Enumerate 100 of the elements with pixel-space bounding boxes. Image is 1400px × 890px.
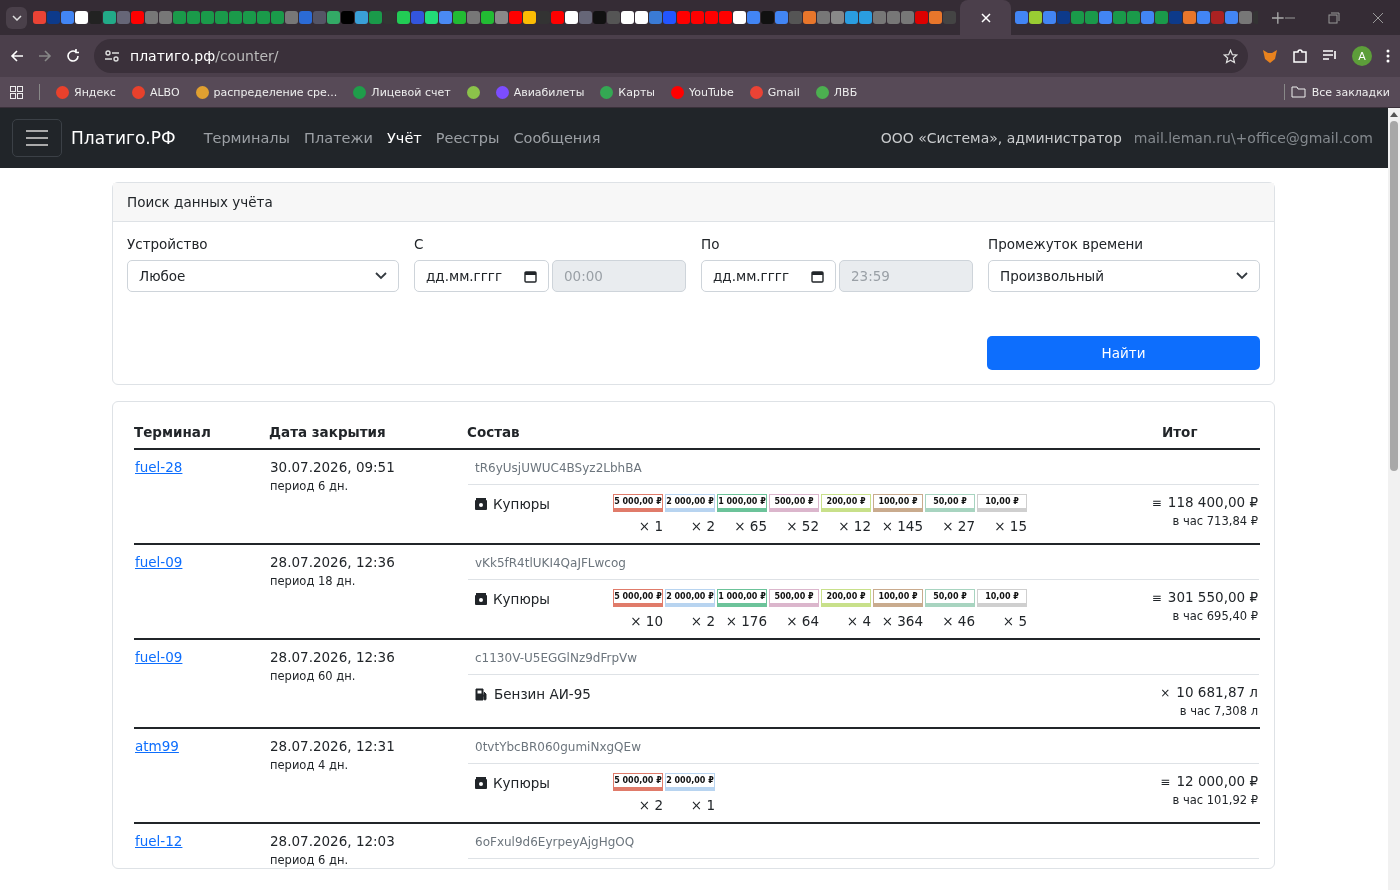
- note-count: × 64: [786, 613, 819, 629]
- terminal-link[interactable]: fuel-09: [135, 554, 183, 570]
- banknote-chip: 10,00 ₽: [977, 494, 1027, 512]
- note-count: × 15: [994, 518, 1027, 534]
- note-count: × 5: [1002, 613, 1027, 629]
- column-header: Дата закрытия: [269, 416, 467, 449]
- banknote-chip: 5 000,00 ₽: [613, 773, 663, 791]
- banknote-chip: 50,00 ₽: [925, 494, 975, 512]
- note-count: × 1: [638, 518, 663, 534]
- record-id: tR6yUsjUWUC4BSyz2LbhBA: [468, 451, 1259, 485]
- close-date: 28.07.2026, 12:36: [270, 554, 396, 570]
- total-amount: 301 550,00 ₽: [1167, 589, 1258, 605]
- terminal-link[interactable]: fuel-28: [135, 459, 183, 475]
- note-count: × 65: [734, 518, 767, 534]
- note-count: × 52: [786, 518, 819, 534]
- item-label: Купюры: [493, 591, 550, 607]
- note-count: × 145: [881, 518, 923, 534]
- bookmark[interactable]: Яндекс: [56, 85, 116, 99]
- banknote-chip: 2 000,00 ₽: [665, 589, 715, 607]
- nav-link[interactable]: Платежи: [304, 130, 373, 146]
- bookmark[interactable]: YouTube: [671, 85, 734, 99]
- terminal-link[interactable]: fuel-12: [135, 833, 183, 849]
- period-text: период 4 дн.: [270, 758, 350, 772]
- nav-link[interactable]: Учёт: [387, 130, 422, 146]
- url-host: платиго.рф: [130, 48, 216, 64]
- bookmark[interactable]: Gmail: [749, 85, 800, 99]
- note-count: × 364: [881, 613, 923, 629]
- note-count: × 27: [942, 518, 975, 534]
- nav-link[interactable]: Терминалы: [203, 130, 291, 146]
- period-text: период 6 дн.: [270, 479, 350, 493]
- banknote-chip: 5 000,00 ₽: [613, 494, 663, 512]
- close-date: 28.07.2026, 12:31: [270, 738, 396, 754]
- field-label: По: [701, 236, 721, 252]
- record-id: c1130V-U5EGGlNz9dFrpVw: [468, 641, 1259, 675]
- banknote-chip: 500,00 ₽: [769, 589, 819, 607]
- nav-link[interactable]: Реестры: [435, 130, 500, 146]
- note-count: × 1: [690, 797, 715, 813]
- terminal-link[interactable]: fuel-09: [135, 649, 183, 665]
- banknote-chip: 200,00 ₽: [821, 589, 871, 607]
- record-id: vKk5fR4tlUKI4QaJFLwcog: [468, 546, 1259, 580]
- total-amount: 12 000,00 ₽: [1176, 773, 1258, 789]
- banknote-chip: 2 000,00 ₽: [665, 494, 715, 512]
- user-email: mail.leman.ru\+office@gmail.com: [1133, 130, 1373, 146]
- banknote-chip: 1 000,00 ₽: [717, 589, 767, 607]
- date-field[interactable]: дд.мм.гггг: [414, 260, 549, 292]
- device-select[interactable]: Любое: [127, 260, 399, 292]
- banknote-chip: 2 000,00 ₽: [665, 773, 715, 791]
- find-button[interactable]: Найти: [987, 336, 1260, 370]
- close-date: 28.07.2026, 12:03: [270, 833, 396, 849]
- period-text: период 6 дн.: [270, 853, 350, 867]
- total-symbol: ≡: [1151, 591, 1162, 605]
- banknote-chip: 5 000,00 ₽: [613, 589, 663, 607]
- period-text: период 18 дн.: [270, 574, 357, 588]
- bookmark[interactable]: Лицевой счет: [353, 85, 451, 99]
- note-count: × 176: [725, 613, 767, 629]
- banknote-chip: 10,00 ₽: [977, 589, 1027, 607]
- bookmark[interactable]: ЛВБ: [815, 85, 858, 99]
- note-count: × 46: [942, 613, 975, 629]
- bookmark[interactable]: Авиабилеты: [495, 85, 585, 99]
- note-count: × 2: [690, 518, 715, 534]
- per-hour-rate: в час 695,40 ₽: [1172, 609, 1258, 623]
- card-header: Поиск данных учёта: [113, 183, 1274, 222]
- all-bookmarks-link[interactable]: Все закладки: [1311, 85, 1390, 99]
- close-date: 28.07.2026, 12:36: [270, 649, 396, 665]
- banknote-chip: 100,00 ₽: [873, 494, 923, 512]
- column-header: Итог: [1162, 416, 1260, 449]
- bookmark[interactable]: ALBO: [131, 85, 180, 99]
- total-symbol: ≡: [1151, 496, 1162, 510]
- total-amount: 10 681,87 л: [1176, 684, 1258, 700]
- per-hour-rate: в час 101,92 ₽: [1172, 793, 1258, 807]
- nav-link[interactable]: Сообщения: [513, 130, 601, 146]
- field-label: Промежуток времени: [988, 236, 1145, 252]
- per-hour-rate: в час 713,84 ₽: [1172, 514, 1258, 528]
- terminal-link[interactable]: atm99: [135, 738, 179, 754]
- bookmark[interactable]: распределение сре...: [195, 85, 338, 99]
- user-name: ООО «Система», администратор: [880, 130, 1122, 146]
- total-symbol: ×: [1160, 686, 1171, 700]
- brand-link[interactable]: Платиго.РФ: [71, 128, 176, 148]
- record-id: 0tvtYbcBR060gumiNxgQEw: [468, 730, 1259, 764]
- note-count: × 12: [838, 518, 871, 534]
- record-id: 6oFxul9d6EyrpeyAjgHgOQ: [468, 825, 1259, 859]
- column-header: Терминал: [134, 416, 269, 449]
- note-count: × 2: [690, 613, 715, 629]
- banknote-chip: 200,00 ₽: [821, 494, 871, 512]
- total-amount: 118 400,00 ₽: [1167, 494, 1258, 510]
- column-header: Состав: [467, 416, 1162, 449]
- bookmark[interactable]: Карты: [600, 85, 655, 99]
- note-count: × 4: [846, 613, 871, 629]
- date-field[interactable]: дд.мм.гггг: [701, 260, 836, 292]
- note-count: × 2: [638, 797, 663, 813]
- per-hour-rate: в час 7,308 л: [1179, 704, 1258, 718]
- item-label: Бензин АИ-95: [494, 686, 591, 702]
- period-text: период 60 дн.: [270, 669, 357, 683]
- item-label: Купюры: [493, 496, 550, 512]
- url-path: /counter/: [215, 48, 279, 64]
- close-date: 30.07.2026, 09:51: [270, 459, 396, 475]
- note-count: × 10: [630, 613, 663, 629]
- address-bar[interactable]: платиго.рф/counter/: [94, 39, 1248, 73]
- item-label: Купюры: [493, 775, 550, 791]
- time-range-select[interactable]: Произвольный: [988, 260, 1260, 292]
